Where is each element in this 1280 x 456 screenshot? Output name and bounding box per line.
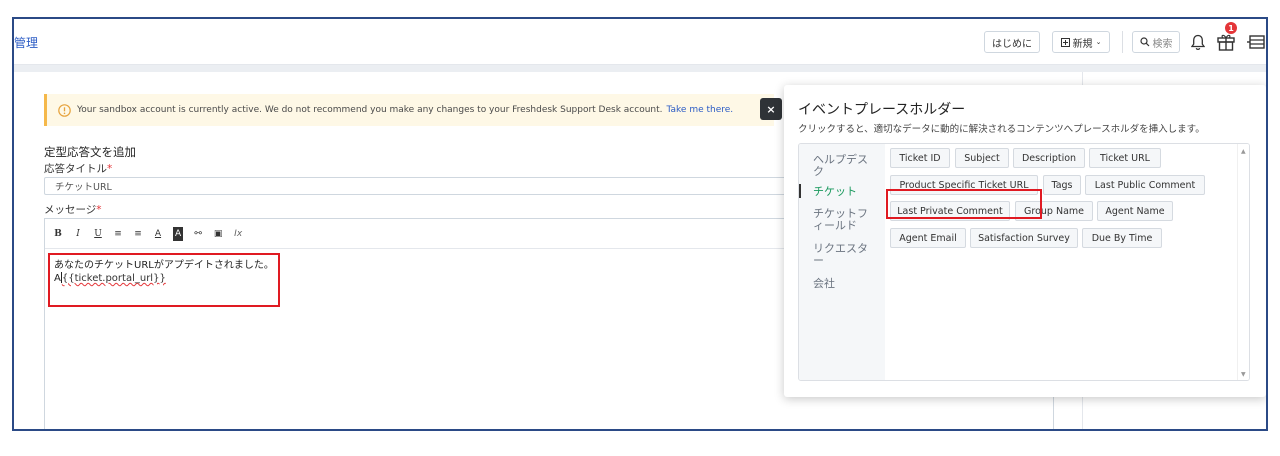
message-label: メッセージ* bbox=[44, 202, 102, 217]
highlight-box-editor bbox=[48, 253, 280, 307]
chevron-down-icon: ⌄ bbox=[1095, 38, 1102, 46]
header-strip bbox=[14, 65, 1266, 72]
italic-button[interactable]: I bbox=[73, 227, 83, 241]
font-color-icon[interactable]: A bbox=[153, 227, 163, 241]
category-company[interactable]: 会社 bbox=[813, 278, 877, 290]
category-list: ヘルプデスク チケット チケットフィールド リクエスター 会社 bbox=[799, 144, 885, 380]
placeholder-ticket-url[interactable]: Ticket URL bbox=[1089, 148, 1161, 168]
title-input[interactable]: チケットURL bbox=[44, 177, 804, 195]
placeholder-ticket-id[interactable]: Ticket ID bbox=[890, 148, 950, 168]
placeholder-tags[interactable]: Tags bbox=[1043, 175, 1081, 195]
popover-title: イベントプレースホルダー bbox=[798, 102, 966, 118]
placeholder-due-by-time[interactable]: Due By Time bbox=[1082, 228, 1162, 248]
placeholder-satisfaction-survey[interactable]: Satisfaction Survey bbox=[970, 228, 1078, 248]
alert-message: Your sandbox account is currently active… bbox=[77, 105, 663, 115]
category-ticket[interactable]: チケット bbox=[813, 186, 877, 198]
background-color-icon[interactable]: A bbox=[173, 226, 184, 241]
search-icon bbox=[1139, 37, 1150, 47]
placeholder-chips: Ticket ID Subject Description Ticket URL… bbox=[885, 144, 1237, 380]
search-label: 検索 bbox=[1152, 38, 1173, 50]
placeholder-agent-email[interactable]: Agent Email bbox=[890, 228, 966, 248]
page-title: 管理 bbox=[14, 36, 39, 50]
title-label: 応答タイトル* bbox=[44, 161, 112, 176]
link-icon[interactable]: ⚯ bbox=[193, 227, 203, 241]
scrollbar[interactable]: ▲ ▼ bbox=[1237, 144, 1249, 380]
scroll-down-arrow-icon[interactable]: ▼ bbox=[1241, 371, 1246, 378]
form-heading: 定型応答文を追加 bbox=[44, 145, 136, 159]
placeholder-agent-name[interactable]: Agent Name bbox=[1097, 201, 1173, 221]
required-mark: * bbox=[107, 163, 113, 175]
image-icon[interactable]: ▣ bbox=[213, 227, 223, 241]
bold-button[interactable]: B bbox=[53, 227, 63, 241]
placeholder-popover: イベントプレースホルダー クリックすると、適切なデータに動的に解決されるコンテン… bbox=[784, 85, 1266, 397]
message-label-text: メッセージ bbox=[44, 204, 97, 216]
category-requester[interactable]: リクエスター bbox=[813, 243, 877, 267]
app-frame: 管理 はじめに 新規 ⌄ 検索 1 Your sandbox account i… bbox=[12, 17, 1268, 431]
numbered-list-icon[interactable]: ≡ bbox=[133, 227, 143, 241]
placeholder-panel: ヘルプデスク チケット チケットフィールド リクエスター 会社 Ticket I… bbox=[798, 143, 1250, 381]
search-button[interactable]: 検索 bbox=[1132, 31, 1180, 53]
scroll-up-arrow-icon[interactable]: ▲ bbox=[1241, 148, 1246, 155]
bullet-list-icon[interactable]: ≡ bbox=[113, 227, 123, 241]
plus-box-icon bbox=[1060, 37, 1070, 47]
required-mark: * bbox=[96, 204, 102, 216]
apps-icon[interactable] bbox=[1246, 32, 1266, 52]
warning-icon bbox=[57, 103, 71, 117]
category-helpdesk[interactable]: ヘルプデスク bbox=[813, 154, 877, 178]
title-label-text: 応答タイトル bbox=[44, 163, 107, 175]
top-bar: 管理 はじめに 新規 ⌄ 検索 1 bbox=[14, 19, 1266, 65]
underline-button[interactable]: U bbox=[93, 227, 103, 241]
highlight-box-placeholder bbox=[886, 189, 1042, 219]
bell-icon[interactable] bbox=[1190, 33, 1206, 51]
placeholder-last-public-comment[interactable]: Last Public Comment bbox=[1085, 175, 1205, 195]
getting-started-button[interactable]: はじめに bbox=[984, 31, 1040, 53]
placeholder-description[interactable]: Description bbox=[1013, 148, 1085, 168]
notification-badge: 1 bbox=[1225, 22, 1237, 34]
sandbox-alert: Your sandbox account is currently active… bbox=[44, 94, 774, 126]
placeholder-subject[interactable]: Subject bbox=[955, 148, 1009, 168]
clear-format-icon[interactable]: Ix bbox=[233, 227, 243, 241]
close-button[interactable]: × bbox=[760, 98, 782, 120]
new-button-label: 新規 bbox=[1072, 38, 1093, 50]
take-me-there-link[interactable]: Take me there. bbox=[667, 105, 734, 115]
new-button[interactable]: 新規 ⌄ bbox=[1052, 31, 1110, 53]
active-indicator bbox=[799, 184, 801, 198]
category-ticket-fields[interactable]: チケットフィールド bbox=[813, 208, 877, 232]
header-divider bbox=[1122, 31, 1123, 53]
popover-subtitle: クリックすると、適切なデータに動的に解決されるコンテンツへプレースホルダを挿入し… bbox=[798, 124, 1205, 135]
